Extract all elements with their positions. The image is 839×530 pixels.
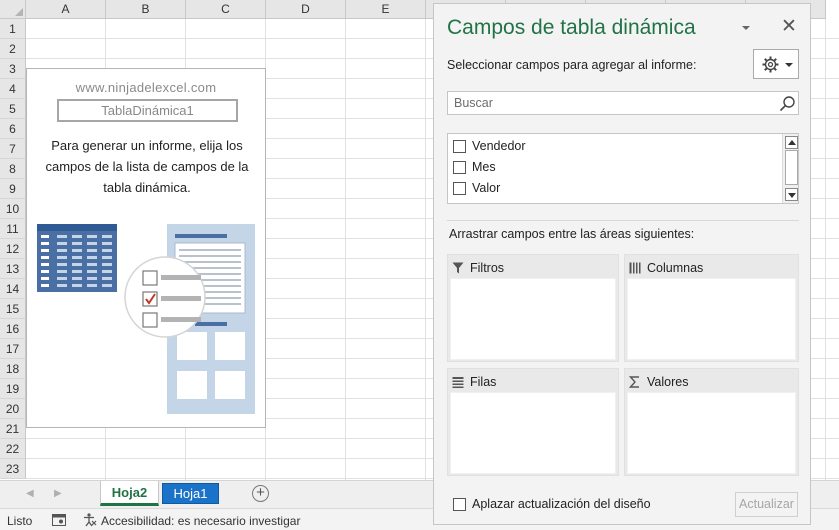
rows-drop-zone[interactable] xyxy=(450,392,616,474)
filters-drop-zone[interactable] xyxy=(450,278,616,360)
table-graphic xyxy=(37,224,117,292)
row-header[interactable]: 7 xyxy=(0,139,26,159)
field-list-settings-button[interactable] xyxy=(753,49,799,79)
area-label: Filas xyxy=(470,375,497,389)
row-header[interactable]: 20 xyxy=(0,399,26,419)
field-label: Mes xyxy=(472,160,496,174)
row-header[interactable]: 22 xyxy=(0,439,26,459)
field-label: Vendedor xyxy=(472,139,526,153)
row-header[interactable]: 21 xyxy=(0,419,26,439)
select-all-corner[interactable] xyxy=(0,0,26,19)
gear-icon xyxy=(762,56,779,73)
area-columns[interactable]: Columnas xyxy=(624,254,799,362)
chevron-down-icon[interactable] xyxy=(740,22,752,34)
row-header[interactable]: 11 xyxy=(0,219,26,239)
row-header[interactable]: 23 xyxy=(0,459,26,479)
macro-record-icon[interactable] xyxy=(52,514,66,526)
row-header[interactable]: 12 xyxy=(0,239,26,259)
row-header[interactable]: 4 xyxy=(0,79,26,99)
area-label: Valores xyxy=(647,375,689,389)
defer-update-checkbox[interactable] xyxy=(453,498,466,511)
scroll-tabs-right-icon[interactable]: ▶ xyxy=(54,488,62,499)
column-header[interactable]: C xyxy=(186,0,266,19)
pivot-field-list-pane: Campos de tabla dinámica ✕ Seleccionar c… xyxy=(433,3,811,525)
search-icon[interactable] xyxy=(779,95,796,112)
pivot-table-name: TablaDinámica1 xyxy=(57,99,238,122)
filter-icon xyxy=(452,262,464,274)
pivot-placeholder[interactable]: www.ninjadelexcel.com TablaDinámica1 Par… xyxy=(26,68,266,428)
update-button[interactable]: Actualizar xyxy=(735,492,798,517)
row-header[interactable]: 18 xyxy=(0,359,26,379)
sigma-icon xyxy=(629,376,639,388)
row-header[interactable]: 2 xyxy=(0,39,26,59)
add-sheet-button[interactable]: + xyxy=(252,485,269,502)
sheet-tab-hoja1[interactable]: Hoja1 xyxy=(162,483,219,504)
columns-drop-zone[interactable] xyxy=(627,278,796,360)
pane-title: Campos de tabla dinámica xyxy=(447,16,696,39)
pivot-instructions: Para generar un informe, elija los campo… xyxy=(45,138,249,195)
scroll-up-button[interactable] xyxy=(785,136,798,149)
field-search-input[interactable] xyxy=(448,92,768,114)
row-header[interactable]: 19 xyxy=(0,379,26,399)
pivot-illustration xyxy=(37,224,255,414)
row-header[interactable]: 6 xyxy=(0,119,26,139)
values-drop-zone[interactable] xyxy=(627,392,796,474)
watermark-url: www.ninjadelexcel.com xyxy=(75,80,217,95)
field-list[interactable]: Vendedor Mes Valor xyxy=(447,133,799,204)
area-label: Columnas xyxy=(647,261,704,275)
grid-vline xyxy=(425,19,426,480)
status-ready: Listo xyxy=(7,514,33,528)
row-header[interactable]: 3 xyxy=(0,59,26,79)
row-header[interactable]: 17 xyxy=(0,339,26,359)
row-header[interactable]: 5 xyxy=(0,99,26,119)
column-header[interactable]: E xyxy=(346,0,426,19)
scroll-tabs-left-icon[interactable]: ◀ xyxy=(26,488,34,499)
row-header[interactable]: 8 xyxy=(0,159,26,179)
area-rows[interactable]: Filas xyxy=(447,368,619,476)
close-pane-button[interactable]: ✕ xyxy=(777,15,801,39)
column-header[interactable]: A xyxy=(26,0,106,19)
grid-vline xyxy=(825,19,826,480)
row-header[interactable]: 9 xyxy=(0,179,26,199)
rows-icon xyxy=(452,377,464,388)
area-values[interactable]: Valores xyxy=(624,368,799,476)
scroll-down-button[interactable] xyxy=(785,188,798,201)
scroll-thumb[interactable] xyxy=(785,150,798,185)
column-header[interactable]: D xyxy=(266,0,346,19)
row-header[interactable]: 13 xyxy=(0,259,26,279)
accessibility-status[interactable]: Accesibilidad: es necesario investigar xyxy=(101,514,300,528)
field-checkbox[interactable] xyxy=(453,182,466,195)
field-list-scrollbar[interactable] xyxy=(782,134,798,203)
area-label: Filtros xyxy=(470,261,505,275)
pane-divider xyxy=(447,220,799,221)
grid-vline xyxy=(345,19,346,480)
pane-subtitle: Seleccionar campos para agregar al infor… xyxy=(447,58,697,72)
field-search-box[interactable] xyxy=(447,91,799,115)
row-header[interactable]: 10 xyxy=(0,199,26,219)
field-checkbox[interactable] xyxy=(453,140,466,153)
field-label: Valor xyxy=(472,181,501,195)
area-filters[interactable]: Filtros xyxy=(447,254,619,362)
sheet-tab-hoja2[interactable]: Hoja2 xyxy=(100,481,159,506)
row-header[interactable]: 16 xyxy=(0,319,26,339)
row-header[interactable]: 15 xyxy=(0,299,26,319)
magnifier-graphic xyxy=(124,256,206,338)
chevron-down-icon xyxy=(785,63,793,67)
row-header[interactable]: 14 xyxy=(0,279,26,299)
row-header[interactable]: 1 xyxy=(0,19,26,39)
field-checkbox[interactable] xyxy=(453,161,466,174)
column-header[interactable]: B xyxy=(106,0,186,19)
defer-update-label[interactable]: Aplazar actualización del diseño xyxy=(472,497,651,511)
accessibility-icon[interactable] xyxy=(83,513,97,527)
columns-icon xyxy=(629,262,641,274)
areas-instruction: Arrastrar campos entre las áreas siguien… xyxy=(449,227,695,241)
